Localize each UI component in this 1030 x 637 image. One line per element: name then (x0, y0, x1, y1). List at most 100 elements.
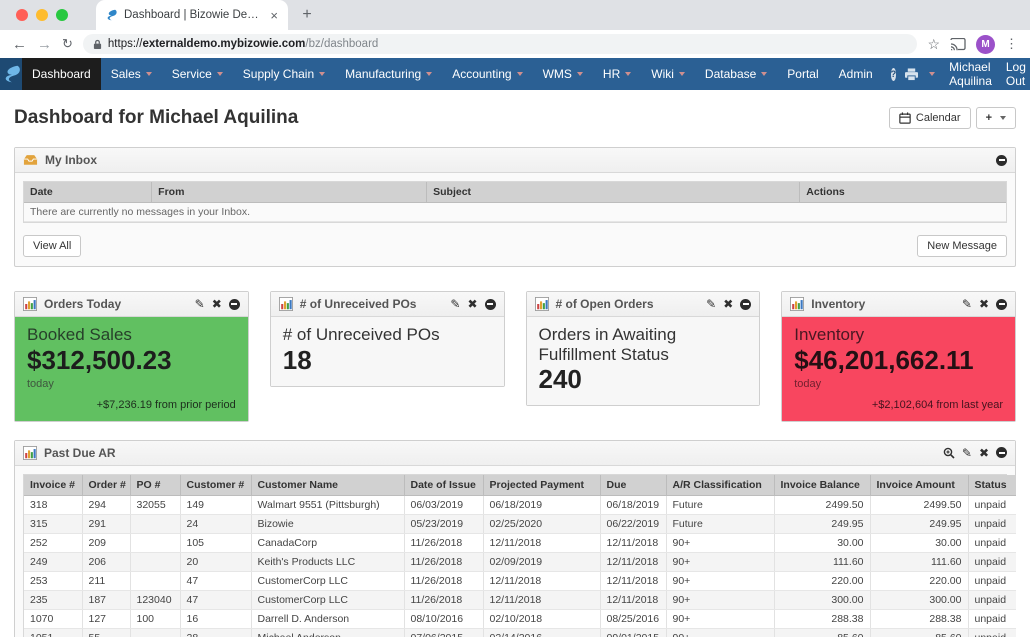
calendar-button[interactable]: Calendar (889, 107, 971, 129)
table-cell: 55 (82, 628, 130, 637)
table-cell: Michael Anderson (251, 628, 404, 637)
table-cell: 288.38 (870, 609, 968, 628)
table-cell: 294 (82, 495, 130, 514)
bizowie-favicon (104, 8, 118, 22)
nav-item-dashboard[interactable]: Dashboard (22, 58, 101, 90)
close-window-button[interactable] (16, 9, 28, 21)
nav-item-hr[interactable]: HR (593, 58, 641, 90)
table-cell: 11/26/2018 (404, 590, 483, 609)
table-cell: unpaid (968, 533, 1016, 552)
column-header-actions: Actions (800, 182, 1006, 203)
column-header-date-of-issue: Date of Issue (404, 475, 483, 496)
close-icon[interactable]: ✖ (979, 298, 989, 310)
forward-button[interactable]: → (37, 36, 52, 53)
edit-icon[interactable]: ✎ (962, 298, 972, 310)
edit-icon[interactable]: ✎ (706, 298, 716, 310)
chevron-down-icon (1000, 116, 1006, 120)
nav-item-database[interactable]: Database (695, 58, 777, 90)
table-cell: 90+ (666, 571, 774, 590)
nav-right: Michael Aquilina Log Out (904, 58, 1030, 90)
dashboard-content: Dashboard for Michael Aquilina Calendar … (0, 107, 1030, 637)
page-header: Dashboard for Michael Aquilina Calendar … (14, 107, 1016, 129)
close-icon[interactable]: ✖ (723, 298, 733, 310)
nav-item-service[interactable]: Service (162, 58, 233, 90)
logout-link[interactable]: Log Out (1006, 60, 1026, 88)
bookmark-star-icon[interactable]: ☆ (927, 36, 940, 53)
app-navbar: DashboardSalesServiceSupply ChainManufac… (0, 58, 1030, 90)
edit-icon[interactable]: ✎ (195, 298, 205, 310)
collapse-icon[interactable] (996, 299, 1007, 310)
browser-tab[interactable]: Dashboard | Bizowie Demo Site × (96, 0, 288, 30)
browser-menu-icon[interactable]: ⋮ (1005, 36, 1018, 52)
table-row: 23518712304047CustomerCorp LLC11/26/2018… (24, 590, 1016, 609)
table-cell: 206 (82, 552, 130, 571)
table-cell: 111.60 (870, 552, 968, 571)
widget-period: today (794, 378, 1003, 390)
collapse-icon[interactable] (996, 155, 1007, 166)
widget-value: $312,500.23 (27, 345, 236, 376)
table-cell: unpaid (968, 571, 1016, 590)
inbox-empty-message: There are currently no messages in your … (24, 203, 1006, 222)
collapse-icon[interactable] (740, 299, 751, 310)
close-icon[interactable]: ✖ (979, 447, 989, 459)
widget-title: Inventory (811, 297, 955, 311)
table-cell (130, 514, 180, 533)
nav-item-wms[interactable]: WMS (533, 58, 593, 90)
table-cell: 12/11/2018 (483, 571, 600, 590)
table-cell: 318 (24, 495, 82, 514)
nav-item-supply-chain[interactable]: Supply Chain (233, 58, 335, 90)
close-icon[interactable]: ✖ (467, 298, 477, 310)
user-name-link[interactable]: Michael Aquilina (949, 60, 992, 88)
nav-items: DashboardSalesServiceSupply ChainManufac… (22, 58, 883, 90)
table-cell: 12/11/2018 (600, 533, 666, 552)
maximize-window-button[interactable] (56, 9, 68, 21)
widget-label: Inventory (794, 325, 1003, 345)
chevron-down-icon (625, 72, 631, 76)
column-header-subject: Subject (427, 182, 800, 203)
nav-item-manufacturing[interactable]: Manufacturing (335, 58, 442, 90)
refresh-button[interactable]: ↻ (62, 36, 73, 52)
address-bar[interactable]: https://externaldemo.mybizowie.com/bz/da… (83, 34, 918, 54)
new-tab-button[interactable]: + (294, 2, 320, 28)
edit-icon[interactable]: ✎ (962, 447, 972, 459)
cast-icon[interactable] (950, 38, 966, 51)
edit-icon[interactable]: ✎ (450, 298, 460, 310)
nav-item-accounting[interactable]: Accounting (442, 58, 532, 90)
table-cell: 32055 (130, 495, 180, 514)
bar-chart-icon (23, 297, 37, 311)
widget-label: Booked Sales (27, 325, 236, 345)
back-button[interactable]: ← (12, 36, 27, 53)
tab-close-icon[interactable]: × (268, 8, 280, 23)
column-header-projected-payment: Projected Payment (483, 475, 600, 496)
nav-item-admin[interactable]: Admin (829, 58, 883, 90)
bizowie-logo[interactable] (0, 58, 22, 90)
nav-item-sales[interactable]: Sales (101, 58, 162, 90)
table-cell: 90+ (666, 552, 774, 571)
table-cell: 12/11/2018 (600, 552, 666, 571)
add-widget-button[interactable]: + (976, 107, 1016, 129)
nav-item-wiki[interactable]: Wiki (641, 58, 695, 90)
print-menu[interactable] (904, 68, 935, 81)
table-cell: 90+ (666, 590, 774, 609)
view-all-button[interactable]: View All (23, 235, 81, 257)
table-cell: unpaid (968, 495, 1016, 514)
minimize-window-button[interactable] (36, 9, 48, 21)
table-cell: 09/01/2015 (600, 628, 666, 637)
table-cell (130, 533, 180, 552)
collapse-icon[interactable] (485, 299, 496, 310)
table-cell: 16 (180, 609, 251, 628)
new-message-button[interactable]: New Message (917, 235, 1007, 257)
table-cell: unpaid (968, 514, 1016, 533)
column-header-from: From (152, 182, 427, 203)
nav-item-portal[interactable]: Portal (777, 58, 828, 90)
profile-avatar[interactable]: M (976, 35, 995, 54)
table-cell: 28 (180, 628, 251, 637)
close-icon[interactable]: ✖ (212, 298, 222, 310)
tab-title: Dashboard | Bizowie Demo Site (124, 9, 262, 21)
collapse-icon[interactable] (229, 299, 240, 310)
bar-chart-icon (790, 297, 804, 311)
zoom-icon[interactable] (943, 447, 955, 459)
collapse-icon[interactable] (996, 447, 1007, 458)
table-cell: 235 (24, 590, 82, 609)
help-icon[interactable]: ? (891, 68, 897, 81)
